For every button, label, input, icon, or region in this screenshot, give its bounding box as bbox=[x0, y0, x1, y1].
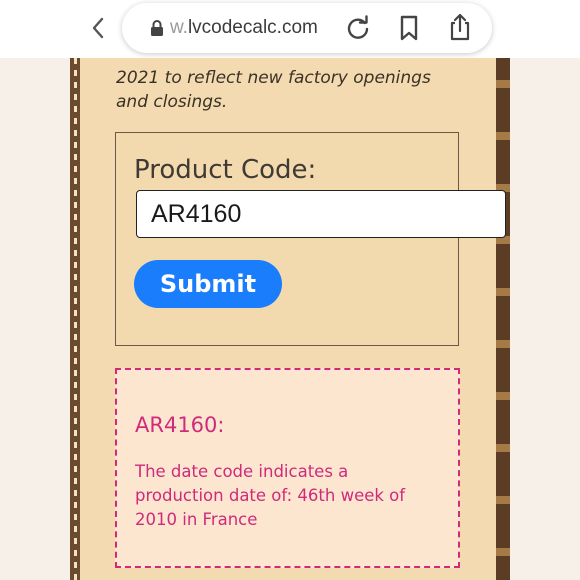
intro-text: 2021 to reflect new factory openings and… bbox=[116, 68, 431, 112]
result-description: The date code indicates a production dat… bbox=[135, 462, 406, 529]
left-margin bbox=[0, 58, 70, 580]
bookmark-icon[interactable] bbox=[397, 14, 421, 42]
product-code-label: Product Code: bbox=[134, 155, 317, 185]
stitching-left bbox=[74, 58, 77, 580]
result-code-heading: AR4160: bbox=[135, 413, 225, 437]
share-icon[interactable] bbox=[446, 12, 474, 42]
chevron-left-icon bbox=[92, 17, 104, 39]
monogram-pattern bbox=[496, 58, 510, 580]
submit-button[interactable]: Submit bbox=[134, 260, 282, 308]
lock-icon bbox=[151, 20, 163, 36]
url-prefix: w. bbox=[170, 17, 188, 38]
url-domain: lvcodecalc.com bbox=[187, 17, 318, 38]
url-text[interactable]: w.lvcodecalc.com bbox=[170, 14, 338, 42]
browser-toolbar: w.lvcodecalc.com bbox=[0, 0, 580, 58]
right-margin bbox=[510, 58, 580, 580]
product-code-input[interactable] bbox=[136, 190, 506, 238]
reload-icon[interactable] bbox=[344, 14, 372, 42]
back-button[interactable] bbox=[84, 14, 112, 42]
